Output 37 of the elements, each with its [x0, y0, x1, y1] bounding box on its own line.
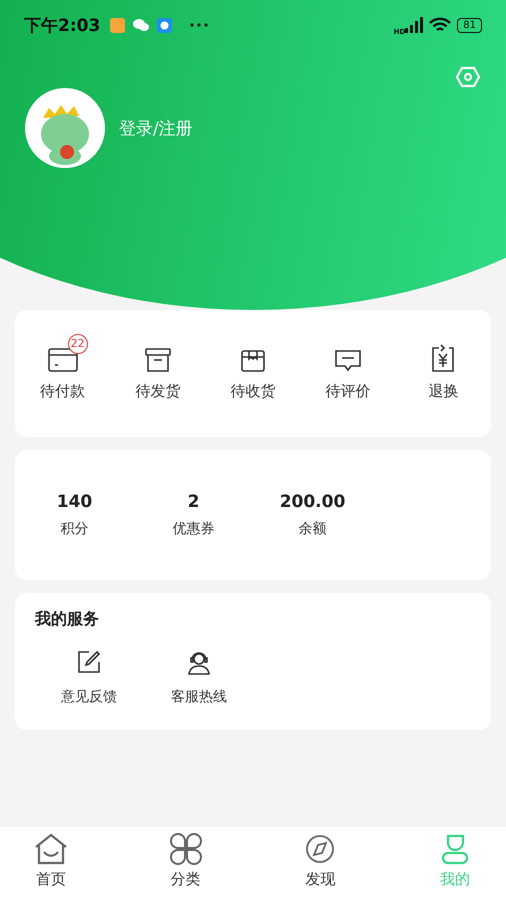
- count-badge: 22: [68, 334, 88, 354]
- order-status-link[interactable]: 待付款: [40, 382, 86, 401]
- service-link[interactable]: 客服热线: [171, 688, 227, 706]
- tab[interactable]: 分类: [150, 827, 222, 900]
- status-time: 下午2:03: [24, 14, 100, 36]
- order-status-link[interactable]: 待评价: [326, 382, 371, 401]
- signal-icon: [405, 17, 424, 33]
- order-status-link[interactable]: 待发货: [135, 382, 180, 401]
- order-status-link[interactable]: 退换: [428, 382, 458, 401]
- tab[interactable]: 发现: [284, 827, 356, 900]
- stat-label[interactable]: 余额: [298, 520, 326, 538]
- wifi-icon: [429, 17, 452, 33]
- tab[interactable]: 首页: [15, 827, 87, 900]
- home-icon[interactable]: [34, 833, 68, 865]
- parcel-icon: [240, 350, 265, 372]
- stat-value: 200.00: [280, 492, 346, 512]
- stat-label[interactable]: 优惠券: [172, 520, 214, 538]
- yen-exchange-icon: [430, 344, 456, 372]
- comment-icon: [335, 350, 362, 372]
- card-icon: [48, 348, 78, 372]
- order-status-link[interactable]: 待收货: [230, 382, 276, 401]
- edit-icon: [77, 650, 101, 674]
- section-title: 我的服务: [35, 609, 100, 630]
- stat-value: 140: [56, 492, 92, 512]
- box-icon: [144, 348, 171, 372]
- message-app-icon: [157, 18, 172, 32]
- battery-level: 81: [457, 18, 482, 32]
- category-icon[interactable]: [170, 833, 202, 865]
- stat-value: 2: [188, 492, 200, 512]
- service-link[interactable]: 意见反馈: [61, 688, 117, 706]
- compass-icon[interactable]: [305, 834, 336, 864]
- more-icon: [190, 23, 208, 27]
- chat-app-icon: [133, 18, 150, 32]
- avatar-icon[interactable]: [25, 88, 105, 168]
- stat-label[interactable]: 积分: [60, 520, 88, 538]
- headset-icon: [186, 649, 212, 675]
- gallery-app-icon: [110, 18, 126, 32]
